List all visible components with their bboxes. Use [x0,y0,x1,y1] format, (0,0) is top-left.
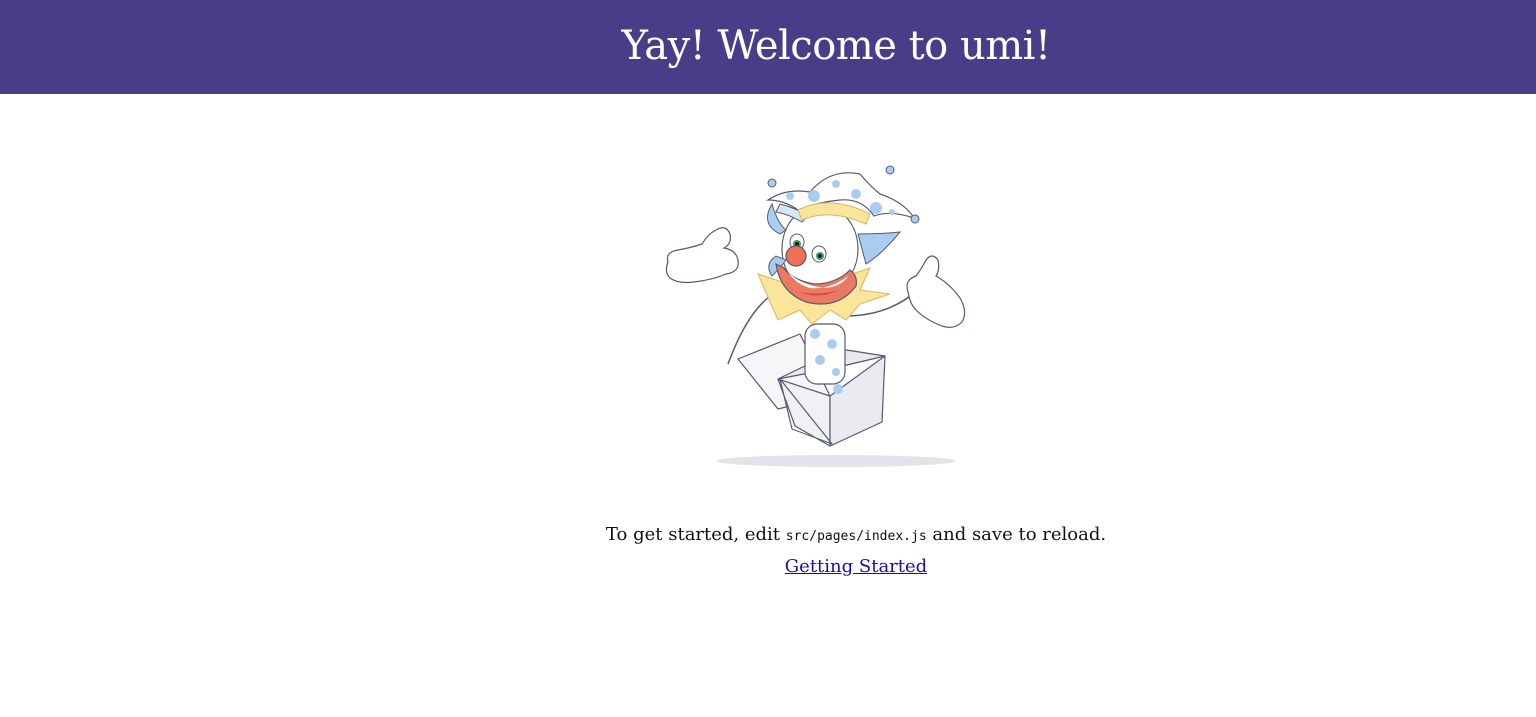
left-glove-icon [665,227,739,284]
clown-nose-icon [785,245,807,267]
page-title: Yay! Welcome to umi! [621,23,1051,69]
main-content: To get started, edit src/pages/index.js … [0,94,1536,717]
jack-in-the-box-clown-icon [665,165,966,467]
right-glove-icon [906,255,966,328]
getting-started-link[interactable]: Getting Started [785,556,927,577]
intro-text-after: and save to reload. [926,524,1107,545]
page-header: Yay! Welcome to umi! [0,0,1536,94]
code-path: src/pages/index.js [785,529,927,544]
intro-text-before: To get started, edit [605,524,786,545]
getting-started-section: To get started, edit src/pages/index.js … [0,524,1536,577]
shadow-icon [716,455,956,467]
jester-hat-icon [766,165,920,225]
intro-text: To get started, edit src/pages/index.js … [88,524,1536,548]
